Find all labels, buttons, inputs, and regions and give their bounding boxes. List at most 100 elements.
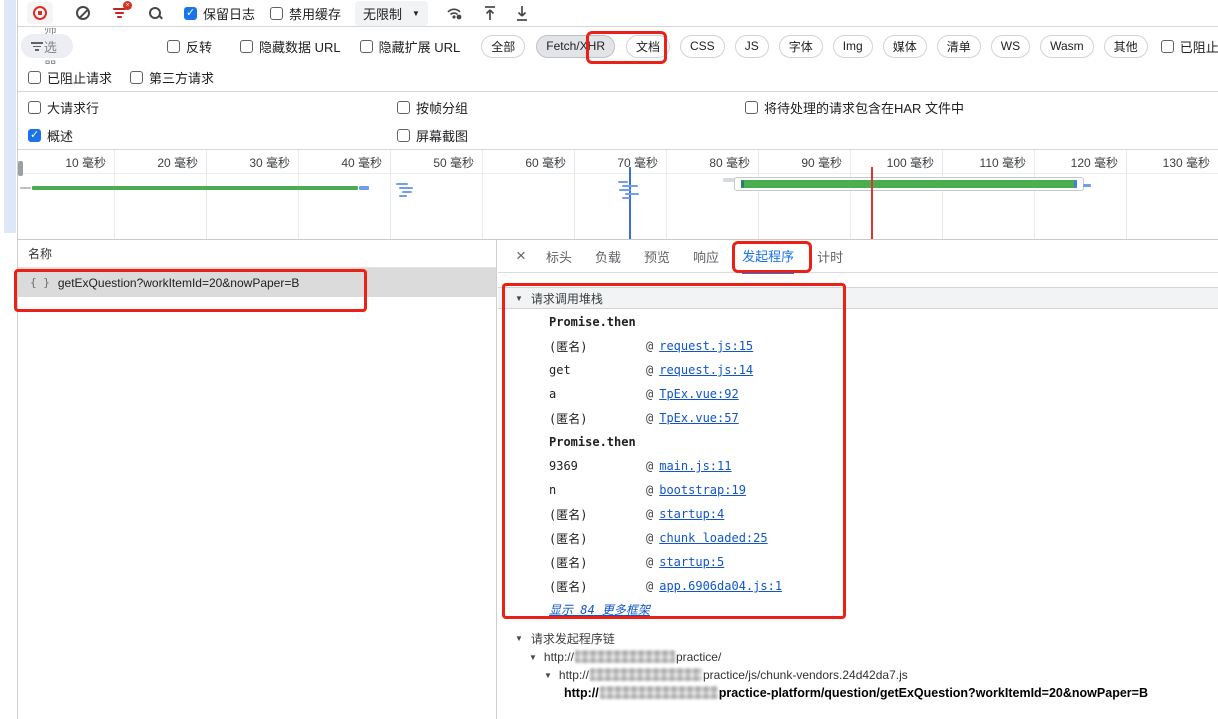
request-bar-green-1 xyxy=(32,186,358,190)
ruler-label: 10 毫秒 xyxy=(34,154,106,171)
frame-fn: 9369 xyxy=(549,459,646,473)
request-bar-green-2 xyxy=(741,180,1077,188)
at-symbol: @ xyxy=(646,363,653,377)
at-symbol: @ xyxy=(646,531,653,545)
show-more-frames-link[interactable]: 显示 84 更多框架 xyxy=(549,601,650,618)
initiator-chain-item[interactable]: ▼ http://practice/ xyxy=(498,648,1218,666)
filter-type-doc[interactable]: 文档 xyxy=(626,35,670,58)
blocked-requests-checkbox[interactable]: 已阻止请求 xyxy=(28,68,112,87)
overview-drag-handle[interactable] xyxy=(18,161,23,176)
filter-input[interactable]: 筛选器 xyxy=(21,34,73,58)
call-stack-section-header[interactable]: ▼ 请求调用堆栈 xyxy=(498,287,1218,309)
gridline xyxy=(298,150,299,239)
invert-checkbox[interactable]: 反转 xyxy=(167,37,212,56)
initiator-chain-title: 请求发起程序链 xyxy=(531,630,615,647)
filter-type-js[interactable]: JS xyxy=(735,35,769,58)
stack-location-link[interactable]: request.js:15 xyxy=(659,339,753,353)
close-icon[interactable]: × xyxy=(510,246,532,266)
stack-location-link[interactable]: TpEx.vue:92 xyxy=(659,387,738,401)
initiator-chain-item[interactable]: ▼ http://practice/js/chunk-vendors.24d42… xyxy=(498,666,1218,684)
hide-data-url-checkbox[interactable]: 隐藏数据 URL xyxy=(240,37,341,56)
ruler-label: 70 毫秒 xyxy=(586,154,658,171)
filter-type-manifest[interactable]: 清单 xyxy=(937,35,981,58)
tab-initiator[interactable]: 发起程序 xyxy=(742,239,794,274)
checkbox-unchecked-icon xyxy=(28,101,41,114)
third-party-checkbox[interactable]: 第三方请求 xyxy=(130,68,214,87)
tab-headers[interactable]: 标头 xyxy=(546,240,572,273)
stack-frame: (匿名)@app.6906da04.js:1 xyxy=(498,574,1218,598)
ruler-label: 40 毫秒 xyxy=(310,154,382,171)
initiator-chain-header[interactable]: ▼ 请求发起程序链 xyxy=(498,628,1218,648)
ruler-label: 110 毫秒 xyxy=(954,154,1026,171)
stack-frame: get@request.js:14 xyxy=(498,358,1218,382)
filter-type-fetch-xhr[interactable]: Fetch/XHR xyxy=(536,35,615,58)
overview-checkbox[interactable]: 概述 xyxy=(28,126,73,145)
checkbox-unchecked-icon xyxy=(397,101,410,114)
request-bar-teal-cap xyxy=(741,180,744,188)
hide-extension-url-checkbox[interactable]: 隐藏扩展 URL xyxy=(360,37,461,56)
call-stack-title: 请求调用堆栈 xyxy=(531,290,603,307)
filter-type-font[interactable]: 字体 xyxy=(779,35,823,58)
request-tick xyxy=(396,183,408,185)
filter-type-all[interactable]: 全部 xyxy=(481,35,525,58)
stack-location-link[interactable]: request.js:14 xyxy=(659,363,753,377)
at-symbol: @ xyxy=(646,579,653,593)
checkbox-checked-icon xyxy=(28,129,41,142)
gridline xyxy=(758,150,759,239)
request-tick xyxy=(399,195,407,197)
gridline xyxy=(942,150,943,239)
gridline xyxy=(114,150,115,239)
stack-location-link[interactable]: startup:5 xyxy=(659,555,724,569)
initiator-chain-item-current[interactable]: http://practice-platform/question/getExQ… xyxy=(498,684,1218,702)
stack-location-link[interactable]: startup:4 xyxy=(659,507,724,521)
filter-type-wasm[interactable]: Wasm xyxy=(1040,35,1094,58)
screenshots-checkbox[interactable]: 屏幕截图 xyxy=(397,126,468,145)
gridline xyxy=(1126,150,1127,239)
stack-location-link[interactable]: app.6906da04.js:1 xyxy=(659,579,782,593)
search-button[interactable] xyxy=(148,6,163,21)
network-conditions-button[interactable] xyxy=(446,5,463,21)
network-overview-timeline[interactable]: 10 毫秒 20 毫秒 30 毫秒 40 毫秒 50 毫秒 60 毫秒 70 毫… xyxy=(18,150,1218,240)
import-har-button[interactable] xyxy=(483,5,497,22)
ruler-label: 80 毫秒 xyxy=(678,154,750,171)
filter-type-other[interactable]: 其他 xyxy=(1104,35,1148,58)
tab-timing[interactable]: 计时 xyxy=(817,240,843,273)
stack-location-link[interactable]: TpEx.vue:57 xyxy=(659,411,738,425)
request-tick xyxy=(622,197,630,199)
throttling-select[interactable]: 无限制 ▼ xyxy=(355,1,428,26)
tab-preview[interactable]: 预览 xyxy=(644,240,670,273)
stack-location-link[interactable]: bootstrap:19 xyxy=(659,483,746,497)
blocked-cookies-label: 已阻止的响应 Cookie xyxy=(1180,37,1218,56)
export-har-button[interactable] xyxy=(515,5,529,22)
request-bar-gray xyxy=(20,187,31,189)
clear-button[interactable] xyxy=(76,6,90,20)
checkbox-unchecked-icon xyxy=(270,7,283,20)
gridline xyxy=(666,150,667,239)
frame-fn: n xyxy=(549,483,646,497)
filter-toggle-button[interactable]: × xyxy=(112,6,128,20)
filter-type-ws[interactable]: WS xyxy=(991,35,1030,58)
har-include-pending-checkbox[interactable]: 将待处理的请求包含在HAR 文件中 xyxy=(745,98,964,117)
preserve-log-checkbox[interactable]: 保留日志 xyxy=(184,4,255,23)
record-button[interactable] xyxy=(27,2,53,24)
name-column-header[interactable]: 名称 xyxy=(18,240,496,268)
blocked-cookies-checkbox[interactable]: 已阻止的响应 Cookie xyxy=(1161,37,1218,56)
page-edge-band xyxy=(4,0,16,233)
network-main-toolbar: × 保留日志 禁用缓存 无限制 ▼ xyxy=(18,0,1218,27)
checkbox-unchecked-icon xyxy=(167,40,180,53)
filter-type-media[interactable]: 媒体 xyxy=(883,35,927,58)
upload-arrow-icon xyxy=(483,5,497,22)
tab-payload[interactable]: 负载 xyxy=(595,240,621,273)
stack-location-link[interactable]: chunk loaded:25 xyxy=(659,531,767,545)
disable-cache-checkbox[interactable]: 禁用缓存 xyxy=(270,4,341,23)
stack-location-link[interactable]: main.js:11 xyxy=(659,459,731,473)
request-row-selected[interactable]: { } getExQuestion?workItemId=20&nowPaper… xyxy=(18,268,496,297)
big-request-rows-checkbox[interactable]: 大请求行 xyxy=(28,98,99,117)
checkbox-unchecked-icon xyxy=(130,71,143,84)
tab-response[interactable]: 响应 xyxy=(693,240,719,273)
filter-type-img[interactable]: Img xyxy=(833,35,873,58)
group-by-frame-checkbox[interactable]: 按帧分组 xyxy=(397,98,468,117)
filter-type-css[interactable]: CSS xyxy=(680,35,725,58)
request-details-panel: × 标头 负载 预览 响应 发起程序 计时 ▼ 请求调用堆栈 Promise.t… xyxy=(498,240,1218,719)
hide-extension-url-label: 隐藏扩展 URL xyxy=(379,37,461,56)
